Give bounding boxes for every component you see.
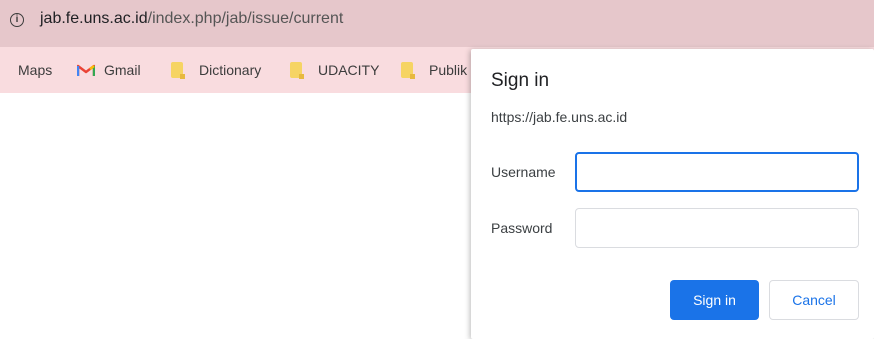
bookmark-publik[interactable]: Publik (401, 61, 467, 79)
url-text[interactable]: jab.fe.uns.ac.id/index.php/jab/issue/cur… (40, 10, 343, 28)
bookmark-udacity[interactable]: UDACITY (290, 61, 379, 79)
address-bar[interactable]: i jab.fe.uns.ac.id/index.php/jab/issue/c… (0, 0, 874, 47)
url-path: /index.php/jab/issue/current (147, 10, 344, 27)
bookmark-dictionary[interactable]: Dictionary (171, 61, 261, 79)
sign-in-button[interactable]: Sign in (670, 280, 759, 320)
bookmark-label: Publik (429, 62, 468, 78)
bookmark-label: Dictionary (199, 62, 262, 78)
browser-window: i jab.fe.uns.ac.id/index.php/jab/issue/c… (0, 0, 874, 339)
info-icon[interactable]: i (10, 13, 24, 27)
bookmark-label: UDACITY (318, 62, 380, 78)
bookmark-label: Gmail (104, 62, 141, 78)
folder-icon (171, 62, 185, 79)
folder-icon (401, 62, 415, 79)
username-label: Username (491, 164, 556, 180)
sign-in-dialog: Sign in https://jab.fe.uns.ac.id Usernam… (471, 49, 874, 339)
username-input[interactable] (575, 152, 859, 192)
bookmark-label: Maps (18, 62, 53, 78)
dialog-title: Sign in (491, 70, 550, 91)
bookmark-maps[interactable]: Maps (18, 61, 52, 79)
gmail-icon (76, 63, 96, 77)
password-label: Password (491, 220, 553, 236)
dialog-origin: https://jab.fe.uns.ac.id (491, 109, 628, 125)
cancel-button[interactable]: Cancel (769, 280, 859, 320)
url-host: jab.fe.uns.ac.id (40, 10, 148, 27)
folder-icon (290, 62, 304, 79)
bookmark-gmail[interactable]: Gmail (76, 61, 141, 79)
password-input[interactable] (575, 208, 859, 248)
